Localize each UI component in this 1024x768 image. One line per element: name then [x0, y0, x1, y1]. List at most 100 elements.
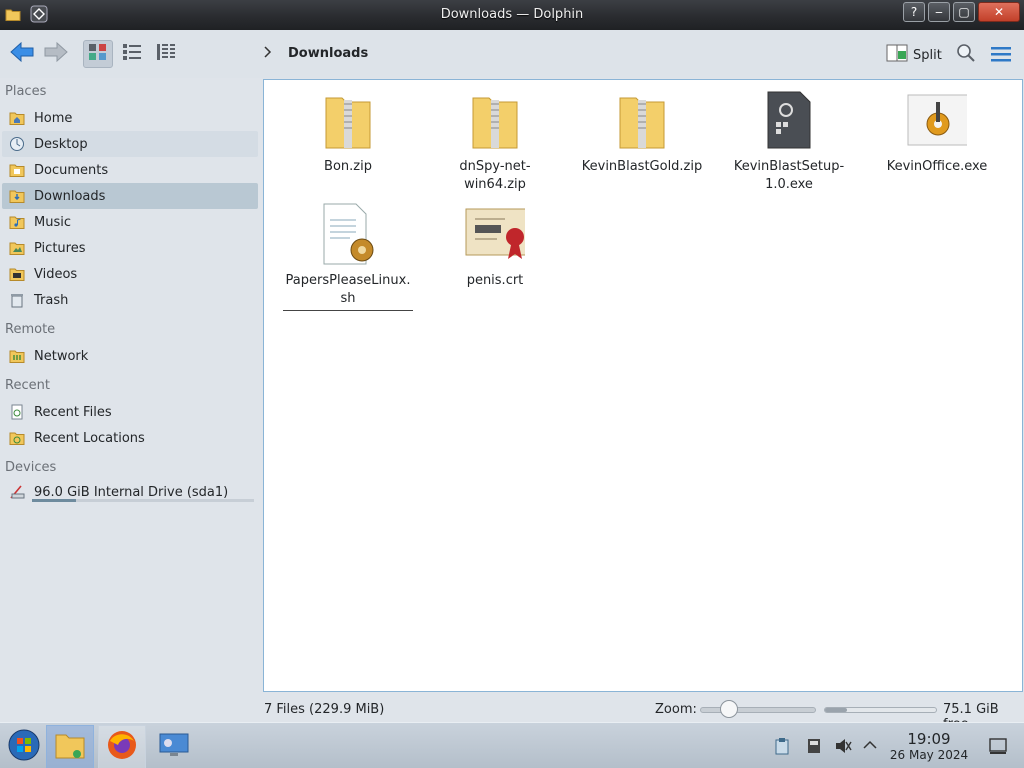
- file-item[interactable]: KevinBlastGold.zip: [577, 88, 707, 176]
- script-icon: [318, 202, 378, 266]
- split-label: Split: [913, 47, 942, 63]
- executable-icon: [759, 88, 819, 152]
- remote-header: Remote: [5, 322, 56, 337]
- sidebar-item-recent-locations[interactable]: Recent Locations: [2, 425, 258, 451]
- file-item[interactable]: KevinOffice.exe: [872, 88, 1002, 176]
- chevron-up-icon[interactable]: [862, 737, 878, 757]
- sidebar-item-label: Desktop: [34, 136, 88, 152]
- breadcrumb-chevron-icon[interactable]: [264, 46, 272, 62]
- places-header: Places: [5, 84, 47, 99]
- window-title: Downloads — Dolphin: [440, 7, 584, 22]
- minimize-button[interactable]: ‒: [928, 2, 950, 22]
- sidebar-item-recent-files[interactable]: Recent Files: [2, 399, 258, 425]
- sidebar-item-label: 96.0 GiB Internal Drive (sda1): [34, 484, 229, 500]
- maximize-button[interactable]: ▢: [953, 2, 975, 22]
- gear-executable-icon: [907, 88, 967, 152]
- search-icon[interactable]: [956, 43, 976, 67]
- taskbar: 19:09 26 May 2024: [0, 722, 1024, 768]
- storage-notifier-icon[interactable]: [806, 737, 822, 759]
- file-name: Bon.zip: [324, 159, 372, 174]
- videos-folder-icon: [8, 265, 26, 283]
- start-button[interactable]: [0, 725, 48, 768]
- sidebar-item-network[interactable]: Network: [2, 343, 258, 369]
- details-view-icon: [156, 43, 176, 65]
- file-view[interactable]: Bon.zip dnSpy-net-win64.zip KevinBlastGo…: [263, 79, 1023, 692]
- sidebar-item-label: Downloads: [34, 188, 106, 204]
- toolbar: Downloads Split: [0, 30, 1024, 78]
- zoom-label: Zoom:: [655, 702, 697, 717]
- recent-header: Recent: [5, 378, 50, 393]
- file-name: KevinBlastSetup-1.0.exe: [733, 159, 845, 192]
- zoom-slider-handle[interactable]: [720, 700, 738, 718]
- icons-view-icon: [88, 43, 108, 65]
- clipboard-icon[interactable]: [774, 737, 790, 759]
- file-item[interactable]: penis.crt: [430, 202, 560, 290]
- zip-archive-icon: [612, 88, 672, 152]
- file-name: dnSpy-net-win64.zip: [459, 159, 531, 192]
- compact-view-button[interactable]: [117, 40, 147, 68]
- file-item[interactable]: Bon.zip: [283, 88, 413, 176]
- sidebar-item-label: Trash: [34, 292, 69, 308]
- recent-files-icon: [8, 403, 26, 421]
- file-manager-icon: [54, 730, 86, 764]
- status-bar: 7 Files (229.9 MiB) Zoom: 75.1 GiB free: [0, 696, 1024, 732]
- drive-usage-bar: [32, 499, 254, 502]
- recent-locations-icon: [8, 429, 26, 447]
- help-button[interactable]: ?: [903, 2, 925, 22]
- breadcrumb-current[interactable]: Downloads: [288, 46, 368, 61]
- disk-usage-bar: [824, 707, 937, 713]
- pictures-folder-icon: [8, 239, 26, 257]
- file-name: KevinBlastGold.zip: [581, 159, 703, 174]
- file-name: KevinOffice.exe: [886, 159, 988, 174]
- sidebar-item-music[interactable]: Music: [2, 209, 258, 235]
- zip-archive-icon: [465, 88, 525, 152]
- forward-button[interactable]: [42, 41, 70, 67]
- close-button[interactable]: ✕: [978, 2, 1020, 22]
- sidebar-item-label: Pictures: [34, 240, 86, 256]
- title-bar[interactable]: Downloads — Dolphin ? ‒ ▢ ✕: [0, 0, 1024, 30]
- taskbar-dolphin[interactable]: [46, 725, 94, 768]
- volume-muted-icon[interactable]: [834, 737, 852, 759]
- sidebar-item-trash[interactable]: Trash: [2, 287, 258, 313]
- clock-time: 19:09: [907, 730, 951, 748]
- desktop-icon: [8, 135, 26, 153]
- sidebar-item-label: Home: [34, 110, 73, 126]
- file-count-label: 7 Files (229.9 MiB): [264, 702, 385, 717]
- drive-icon: [8, 483, 26, 501]
- details-view-button[interactable]: [151, 40, 181, 68]
- forward-icon: [43, 41, 69, 67]
- sidebar-item-documents[interactable]: Documents: [2, 157, 258, 183]
- downloads-folder-icon: [8, 187, 26, 205]
- sidebar-item-downloads[interactable]: Downloads: [2, 183, 258, 209]
- taskbar-system-settings[interactable]: [150, 725, 198, 768]
- sidebar-item-videos[interactable]: Videos: [2, 261, 258, 287]
- hamburger-menu-icon[interactable]: [990, 45, 1012, 67]
- sidebar-item-label: Documents: [34, 162, 109, 178]
- sidebar-item-desktop[interactable]: Desktop: [2, 131, 258, 157]
- zoom-slider-track[interactable]: [700, 707, 816, 713]
- clock[interactable]: 19:09 26 May 2024: [886, 731, 972, 763]
- sidebar-item-label: Music: [34, 214, 71, 230]
- file-item[interactable]: dnSpy-net-win64.zip: [430, 88, 560, 194]
- devices-header: Devices: [5, 460, 57, 475]
- system-settings-icon: [158, 731, 190, 763]
- show-desktop-icon[interactable]: [988, 737, 1008, 759]
- back-icon: [9, 41, 35, 67]
- documents-folder-icon: [8, 161, 26, 179]
- sidebar-item-label: Videos: [34, 266, 78, 282]
- file-name: penis.crt: [466, 273, 524, 288]
- file-item[interactable]: PapersPleaseLinux.sh: [283, 202, 413, 311]
- certificate-icon: [465, 202, 525, 266]
- trash-icon: [8, 291, 26, 309]
- file-item[interactable]: KevinBlastSetup-1.0.exe: [724, 88, 854, 194]
- network-folder-icon: [8, 347, 26, 365]
- sidebar-item-home[interactable]: Home: [2, 105, 258, 131]
- icons-view-button[interactable]: [83, 40, 113, 68]
- clock-date: 26 May 2024: [889, 748, 969, 762]
- file-name: PapersPleaseLinux.sh: [283, 272, 413, 311]
- back-button[interactable]: [8, 41, 36, 67]
- split-icon: [886, 43, 908, 67]
- split-button[interactable]: Split: [886, 43, 942, 67]
- taskbar-firefox[interactable]: [98, 725, 146, 768]
- sidebar-item-pictures[interactable]: Pictures: [2, 235, 258, 261]
